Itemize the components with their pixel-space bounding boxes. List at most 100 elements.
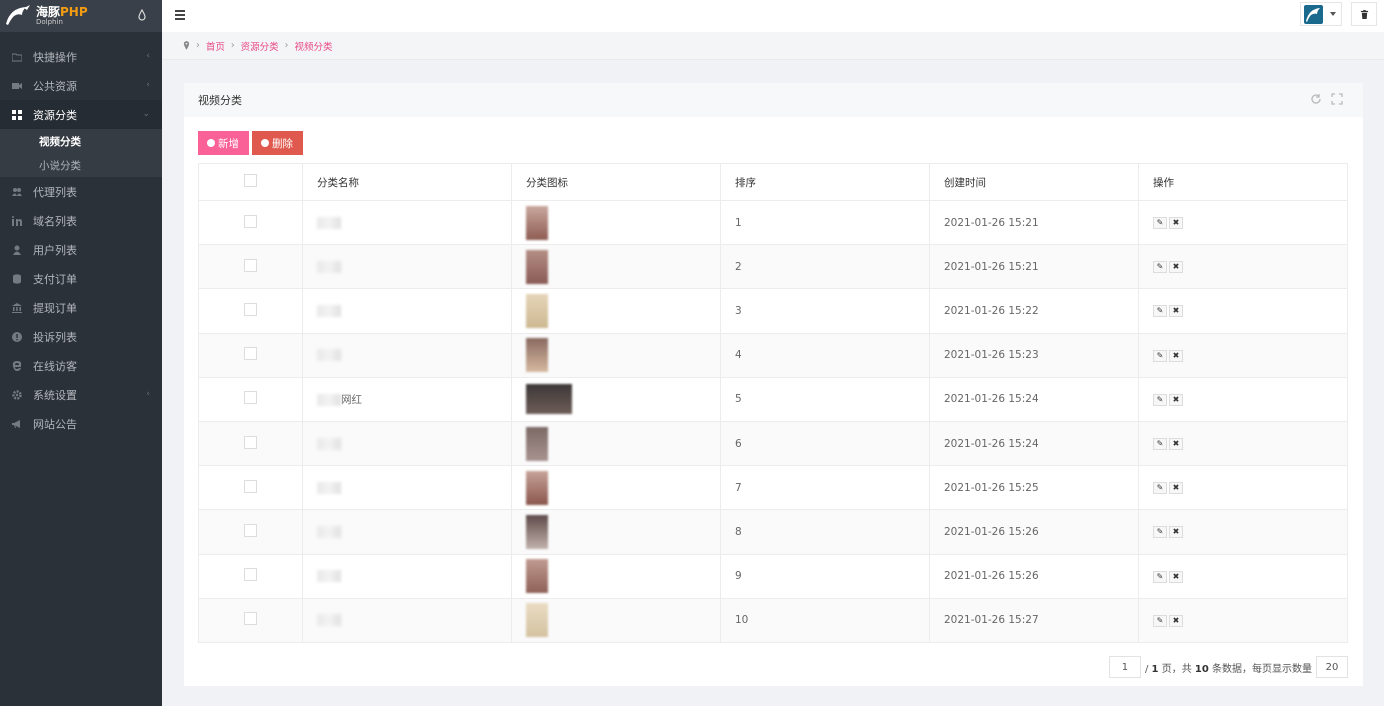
row-checkbox[interactable] [244,258,257,272]
edit-button[interactable]: ✎ [1153,349,1167,362]
cell-name [302,332,512,378]
cell-name [302,244,512,290]
sidebar-item-public[interactable]: 公共资源 ‹ [0,71,162,100]
pencil-icon: ✎ [1156,350,1164,360]
close-icon: ✖ [1172,527,1180,537]
redacted-name [317,349,341,362]
row-checkbox[interactable] [244,302,257,316]
menu-toggle-icon[interactable] [175,10,185,20]
edit-button[interactable]: ✎ [1153,438,1167,451]
category-thumbnail [526,603,548,638]
redacted-name [317,525,341,538]
gear-icon [12,389,22,400]
row-checkbox[interactable] [244,612,257,626]
sidebar-item-pay-orders[interactable]: 支付订单 [0,264,162,293]
sidebar-nav: 快捷操作 ‹ 公共资源 ‹ 资源分类 ⌄ 视频分类 小说分类 代理列表 域名列表… [0,42,162,438]
brand[interactable]: 海豚PHP Dolphin [0,0,162,32]
row-checkbox[interactable] [244,523,257,537]
close-icon: ✖ [1172,350,1180,360]
cell-name [302,553,512,599]
table-row: 2 2021-01-26 15:21 ✎ ✖ [198,244,1348,290]
category-thumbnail [526,249,548,284]
redacted-name [317,570,341,583]
cell-actions: ✎ ✖ [1138,199,1348,246]
delete-row-button[interactable]: ✖ [1169,614,1183,627]
sidebar-item-announcements[interactable]: 网站公告 [0,409,162,438]
edit-button[interactable]: ✎ [1153,217,1167,230]
cell-sort: 5 [720,376,930,422]
sidebar-item-quick[interactable]: 快捷操作 ‹ [0,42,162,71]
row-checkbox[interactable] [244,391,257,405]
table-header-row: 分类名称 分类图标 排序 创建时间 操作 [198,163,1348,201]
users-icon [12,187,22,196]
cell-name [302,597,512,643]
cell-actions: ✎ ✖ [1138,376,1348,422]
sidebar-subitem-novel-category[interactable]: 小说分类 [0,153,162,177]
delete-button[interactable]: 删除 [252,131,303,155]
delete-row-button[interactable]: ✖ [1169,393,1183,406]
top-bar [162,0,1384,32]
cell-actions: ✎ ✖ [1138,288,1348,334]
delete-row-button[interactable]: ✖ [1169,261,1183,274]
row-checkbox[interactable] [244,214,257,228]
close-icon: ✖ [1172,571,1180,581]
close-icon: ✖ [1172,615,1180,625]
table-row: 4 2021-01-26 15:23 ✎ ✖ [198,332,1348,378]
edit-button[interactable]: ✎ [1153,482,1167,495]
select-all-checkbox[interactable] [244,174,257,187]
pencil-icon: ✎ [1156,527,1164,537]
delete-row-button[interactable]: ✖ [1169,482,1183,495]
add-button[interactable]: 新增 [198,131,249,155]
edit-button[interactable]: ✎ [1153,305,1167,318]
clear-cache-button[interactable] [1351,2,1377,26]
sidebar-submenu: 视频分类 小说分类 [0,129,162,177]
fullscreen-icon[interactable] [1331,93,1343,105]
delete-row-button[interactable]: ✖ [1169,349,1183,362]
sidebar-item-system-settings[interactable]: 系统设置 ‹ [0,380,162,409]
cell-actions: ✎ ✖ [1138,597,1348,643]
breadcrumb-home[interactable]: 首页 [206,39,225,53]
redacted-name [317,304,341,317]
dolphin-avatar-icon [1306,7,1320,22]
droplet-icon[interactable] [138,9,146,21]
cell-actions: ✎ ✖ [1138,420,1348,467]
row-checkbox[interactable] [244,347,257,361]
edit-button[interactable]: ✎ [1153,614,1167,627]
sidebar-item-complaints[interactable]: 投诉列表 [0,322,162,351]
sidebar-item-domains[interactable]: 域名列表 [0,206,162,235]
edit-button[interactable]: ✎ [1153,261,1167,274]
row-checkbox[interactable] [244,435,257,449]
category-thumbnail [526,470,548,505]
page-size-input[interactable] [1316,656,1348,678]
row-checkbox[interactable] [244,568,257,582]
sidebar-item-agents[interactable]: 代理列表 [0,177,162,206]
row-checkbox[interactable] [244,479,257,493]
edit-button[interactable]: ✎ [1153,570,1167,583]
edit-button[interactable]: ✎ [1153,526,1167,539]
cell-name [302,465,512,511]
delete-row-button[interactable]: ✖ [1169,305,1183,318]
category-thumbnail [526,384,572,415]
edit-button[interactable]: ✎ [1153,393,1167,406]
breadcrumb-video-category[interactable]: 视频分类 [294,39,332,53]
user-menu-button[interactable] [1300,2,1342,26]
sidebar-subitem-video-category[interactable]: 视频分类 [0,129,162,153]
cell-icon [511,553,721,599]
cell-icon [511,376,721,422]
sidebar-item-withdraw-orders[interactable]: 提现订单 [0,293,162,322]
delete-row-button[interactable]: ✖ [1169,438,1183,451]
delete-row-button[interactable]: ✖ [1169,217,1183,230]
sidebar-item-resource-category[interactable]: 资源分类 ⌄ [0,100,162,129]
delete-row-button[interactable]: ✖ [1169,526,1183,539]
category-thumbnail [526,293,548,328]
delete-row-button[interactable]: ✖ [1169,570,1183,583]
cell-sort: 1 [720,199,930,246]
refresh-icon[interactable] [1310,93,1322,105]
chevron-left-icon: ‹ [146,389,150,399]
category-thumbnail [526,426,548,461]
sidebar-item-users[interactable]: 用户列表 [0,235,162,264]
sidebar-item-online-visitors[interactable]: 在线访客 [0,351,162,380]
page-input[interactable] [1108,656,1141,678]
breadcrumb-resource-category[interactable]: 资源分类 [241,39,279,53]
cell-sort: 4 [720,332,930,378]
